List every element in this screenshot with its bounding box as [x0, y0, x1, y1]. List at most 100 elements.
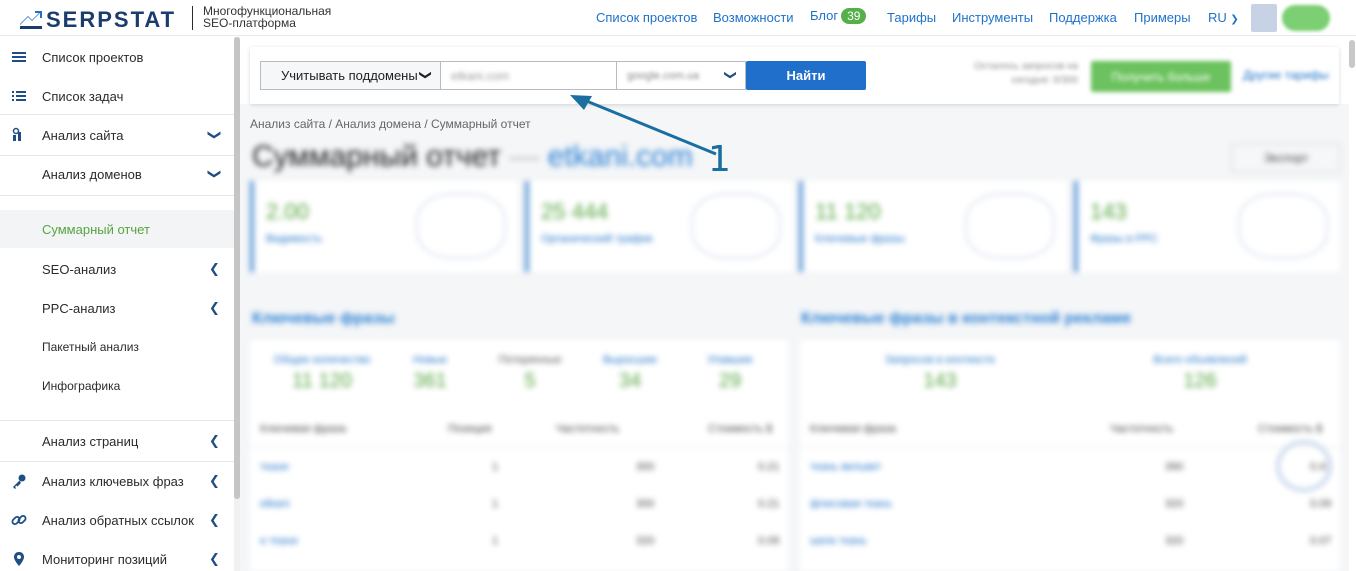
- column-header[interactable]: Позиция: [448, 423, 492, 435]
- nav-tools[interactable]: Инструменты: [952, 10, 1033, 25]
- decorative-circle: [1276, 440, 1332, 492]
- other-plans-link[interactable]: Другие тарифы: [1243, 68, 1329, 82]
- table-cell: 0.09: [1310, 498, 1332, 510]
- sidebar-item-ppc-analysis[interactable]: PPC-анализ ❯: [0, 298, 234, 318]
- nav-pricing[interactable]: Тарифы: [887, 10, 936, 25]
- sidebar-item-page-analysis[interactable]: Анализ страниц ❯: [0, 431, 234, 451]
- column-header[interactable]: Ключевая фраза: [810, 423, 896, 435]
- sidebar: Список проектов Список задач Анализ сайт…: [0, 37, 234, 571]
- table-cell-phrase[interactable]: etkani: [260, 498, 289, 510]
- domain-input[interactable]: etkani.com: [440, 61, 617, 90]
- sidebar-divider: [0, 114, 234, 115]
- stat-label: Органический трафик: [541, 233, 653, 245]
- metric[interactable]: Общее количество 11 120: [262, 354, 382, 393]
- metric[interactable]: Потерянные 5: [490, 354, 570, 393]
- sidebar-item-label: PPC-анализ: [42, 300, 116, 316]
- chevron-left-icon: ❯: [209, 433, 220, 448]
- metric[interactable]: Выросшие 34: [590, 354, 670, 393]
- sidebar-item-summary-report[interactable]: Суммарный отчет: [0, 210, 234, 248]
- card-illustration: [691, 193, 781, 259]
- sidebar-item-label: Анализ доменов: [42, 166, 142, 182]
- sidebar-item-infographics[interactable]: Инфографика: [0, 376, 234, 396]
- metric-label: Новые: [413, 354, 447, 366]
- stat-card[interactable]: 2.00 Видимость: [250, 181, 518, 272]
- metric-label: Всего объявлений: [1153, 354, 1247, 366]
- sidebar-item-projects[interactable]: Список проектов: [0, 47, 234, 67]
- stat-label: Ключевые фразы: [815, 233, 905, 245]
- table-cell: 300: [636, 461, 655, 473]
- section-title-keywords: Ключевые фразы: [252, 310, 395, 327]
- stat-card[interactable]: 11 120 Ключевые фразы: [799, 181, 1067, 272]
- metric-value: 34: [618, 370, 642, 392]
- metric[interactable]: Всего объявлений 126: [1130, 354, 1270, 393]
- card-illustration: [416, 193, 506, 259]
- table-cell-phrase[interactable]: флисовая ткань: [810, 498, 892, 510]
- language-selector[interactable]: RU ❯: [1208, 10, 1239, 25]
- sidebar-item-seo-analysis[interactable]: SEO-анализ ❯: [0, 259, 234, 279]
- metric-value: 361: [413, 370, 447, 392]
- sidebar-item-label: Анализ обратных ссылок: [42, 512, 194, 528]
- avatar[interactable]: [1251, 4, 1277, 32]
- metric[interactable]: Запросов в контексте 143: [870, 354, 1010, 393]
- table-cell-phrase[interactable]: е ткани: [260, 535, 298, 547]
- sidebar-item-label: Пакетный анализ: [42, 340, 139, 354]
- sidebar-item-keyword-analysis[interactable]: Анализ ключевых фраз ❯: [0, 471, 234, 491]
- sidebar-item-backlinks[interactable]: Анализ обратных ссылок ❯: [0, 510, 234, 530]
- logo-text: SERPSTAT: [46, 7, 177, 32]
- account-balance-pill[interactable]: [1282, 5, 1330, 31]
- subdomain-label: Учитывать поддомены: [281, 68, 418, 83]
- chevron-down-icon: ❯: [723, 69, 738, 81]
- stat-value: 2.00: [266, 199, 309, 224]
- database-select[interactable]: google.com.ua ❯: [616, 61, 746, 90]
- stat-label: Видимость: [266, 233, 322, 245]
- table-cell-phrase[interactable]: ткани: [260, 461, 288, 473]
- column-header[interactable]: Ключевая фраза: [260, 423, 346, 435]
- column-header[interactable]: Стоимость $: [1258, 423, 1322, 435]
- sidebar-item-domain-analysis[interactable]: Анализ доменов ❯: [0, 164, 234, 184]
- table-cell: 0.09: [758, 535, 780, 547]
- column-header[interactable]: Частотность: [556, 423, 619, 435]
- sidebar-item-site-analysis[interactable]: Анализ сайта ❯: [0, 125, 234, 145]
- export-button[interactable]: Экспорт: [1232, 144, 1340, 172]
- tagline: Многофункциональная SEO-платформа: [203, 5, 331, 29]
- page-scrollbar-thumb[interactable]: [1349, 40, 1355, 68]
- stat-card[interactable]: 143 Фразы в PPC: [1074, 181, 1340, 272]
- serpstat-logo[interactable]: SERPSTAT: [20, 7, 176, 33]
- site-analysis-icon: [12, 127, 21, 141]
- nav-examples[interactable]: Примеры: [1134, 10, 1191, 25]
- column-header[interactable]: Частотность: [1110, 423, 1173, 435]
- upgrade-button[interactable]: Получить больше: [1091, 61, 1231, 92]
- table-cell-phrase[interactable]: шелк ткань: [810, 535, 867, 547]
- sidebar-item-batch-analysis[interactable]: Пакетный анализ: [0, 337, 234, 357]
- nav-support[interactable]: Поддержка: [1049, 10, 1117, 25]
- logo-divider: [192, 6, 193, 30]
- row-divider: [800, 446, 1340, 447]
- chevron-down-icon: ❯: [418, 69, 433, 81]
- database-value: google.com.ua: [627, 69, 700, 82]
- nav-blog[interactable]: Блог 39: [810, 8, 867, 24]
- metric-value: 143: [923, 370, 957, 392]
- chevron-left-icon: ❯: [209, 261, 220, 276]
- metric[interactable]: Новые 361: [395, 354, 465, 393]
- pin-icon: [14, 552, 24, 566]
- sidebar-item-rank-tracking[interactable]: Мониторинг позиций ❯: [0, 549, 234, 569]
- metric-value: 5: [524, 370, 536, 392]
- nav-blog-label: Блог: [810, 8, 839, 23]
- metric-label: Общее количество: [273, 354, 371, 366]
- sidebar-item-label: Анализ сайта: [42, 127, 124, 143]
- subdomain-dropdown[interactable]: Учитывать поддомены ❯: [260, 61, 441, 90]
- chevron-down-icon: ❯: [207, 129, 223, 141]
- chevron-left-icon: ❯: [209, 512, 220, 527]
- metric-label: Выросшие: [602, 354, 658, 366]
- metric[interactable]: Упавшие 29: [690, 354, 770, 393]
- column-header[interactable]: Стоимость $: [708, 423, 772, 435]
- sidebar-item-tasks[interactable]: Список задач: [0, 86, 234, 106]
- metric-value: 11 120: [292, 370, 352, 392]
- search-button[interactable]: Найти: [746, 61, 866, 90]
- nav-projects[interactable]: Список проектов: [596, 10, 697, 25]
- stat-card[interactable]: 25 444 Органический трафик: [525, 181, 793, 272]
- domain-input-value: etkani.com: [451, 68, 510, 83]
- sidebar-item-label: SEO-анализ: [42, 261, 117, 277]
- table-cell-phrase[interactable]: ткань вельвет: [810, 461, 881, 473]
- nav-features[interactable]: Возможности: [713, 10, 794, 25]
